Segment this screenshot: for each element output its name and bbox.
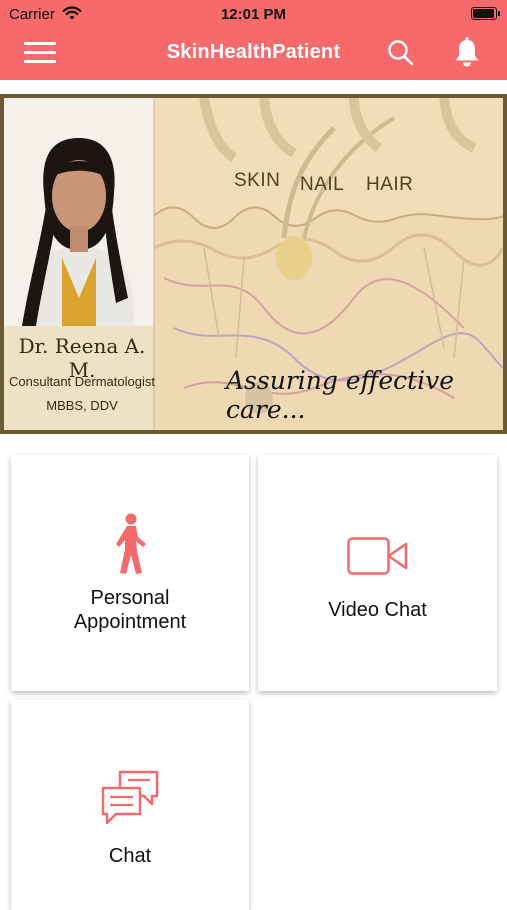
search-icon[interactable] <box>386 38 416 68</box>
chat-label: Chat <box>108 845 152 867</box>
status-bar: Carrier 12:01 PM <box>0 0 507 28</box>
bell-icon[interactable] <box>452 36 482 68</box>
doctor-degrees: MBBS, DDV <box>46 398 118 413</box>
app-title: SkinHealthPatient <box>166 41 341 63</box>
battery-icon <box>471 7 500 20</box>
navigation-bar: SkinHealthPatient <box>0 28 507 80</box>
personal-appointment-label-line1: Personal <box>90 587 170 609</box>
battery-fill <box>473 9 494 18</box>
video-chat-label: Video Chat <box>328 599 427 621</box>
status-time: 12:01 PM <box>220 6 287 23</box>
banner-tagline: Assuring effective care... <box>226 366 455 424</box>
personal-appointment-label-line2: Appointment <box>73 611 187 633</box>
doctor-banner: Dr. Reena A. M. Consultant Dermatologist… <box>0 94 507 434</box>
app-header: Carrier 12:01 PM SkinHealthPatient <box>0 0 507 80</box>
walking-person-icon <box>116 513 146 574</box>
label-hair: HAIR <box>366 174 414 195</box>
label-nail: NAIL <box>300 174 345 195</box>
personal-appointment-tile[interactable]: Personal Appointment <box>11 455 249 691</box>
label-skin: SKIN <box>234 170 281 191</box>
doctor-role: Consultant Dermatologist <box>9 374 155 389</box>
video-chat-tile[interactable]: Video Chat <box>258 455 497 691</box>
chat-bubbles-icon <box>101 770 159 825</box>
chat-tile[interactable]: Chat <box>11 700 249 910</box>
video-camera-icon <box>347 537 408 575</box>
